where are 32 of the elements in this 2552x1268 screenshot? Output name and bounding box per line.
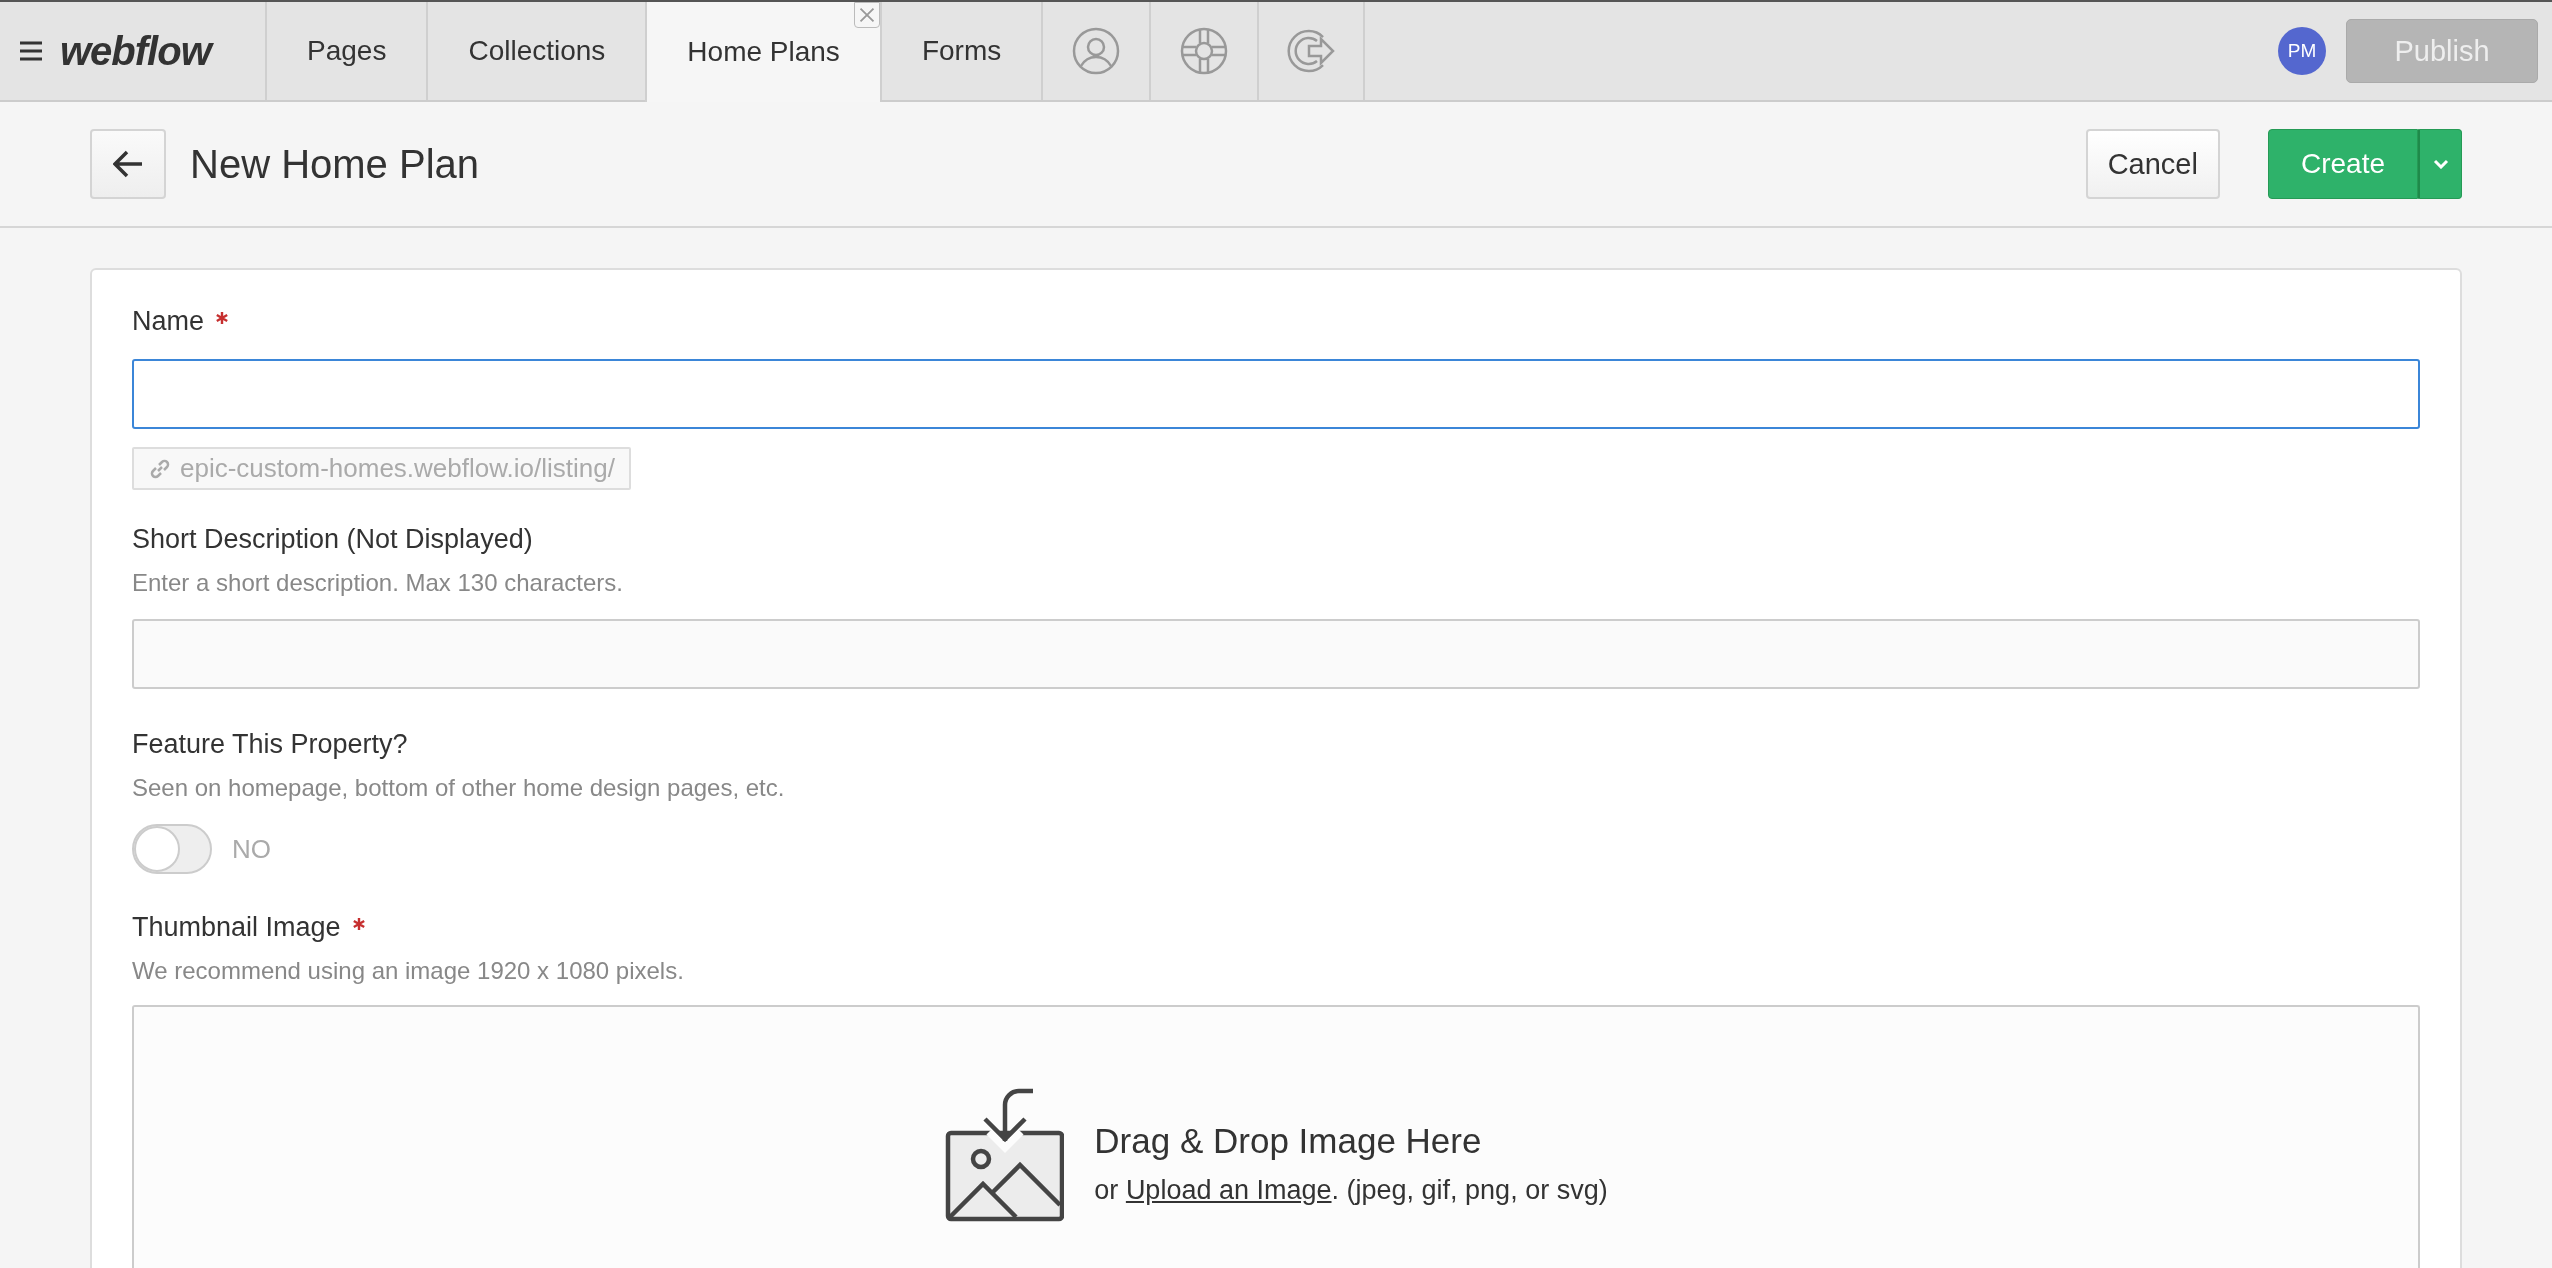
page-title: New Home Plan: [190, 141, 480, 187]
required-icon: [352, 918, 365, 930]
field-label: Thumbnail Image: [132, 912, 341, 943]
field-label: Short Description (Not Displayed): [132, 524, 533, 555]
drop-title: Drag & Drop Image Here: [1094, 1121, 1483, 1161]
field-hint: Enter a short description. Max 130 characters.: [132, 569, 624, 597]
icon-tab[interactable]: [1257, 2, 1366, 100]
cancel-button[interactable]: Cancel: [2085, 129, 2220, 199]
slug-field: epic-custom-homes.webflow.io/listing/: [132, 447, 631, 490]
close-icon[interactable]: [853, 2, 880, 28]
field-hint: Seen on homepage, bottom of other home design pages, etc.: [132, 774, 786, 802]
text-field[interactable]: [132, 359, 2420, 429]
toggle-switch[interactable]: [132, 824, 212, 874]
logout-icon: [1287, 27, 1336, 75]
upload-instructions: or Upload an Image. (jpeg, gif, png, or svg): [1094, 1175, 1608, 1206]
field-label: Feature This Property?: [132, 729, 408, 760]
caret-icon: [2432, 159, 2449, 169]
upload-link[interactable]: Upload an Image: [1125, 1175, 1332, 1205]
user-avatar[interactable]: PM: [2278, 27, 2326, 75]
user-icon: [1072, 27, 1121, 75]
field-hint: We recommend using an image 1920 x 1080 pixels.: [132, 957, 685, 985]
required-icon: [216, 312, 229, 324]
help-icon: [1180, 27, 1229, 75]
back-arrow-icon: [113, 150, 143, 178]
back-button[interactable]: [90, 129, 166, 199]
image-drop-zone[interactable]: Drag & Drop Image Here or Upload an Image. (jpeg, gif, png, or svg): [132, 1005, 2420, 1268]
text-field[interactable]: [132, 619, 2420, 689]
create-options-button[interactable]: [2418, 129, 2462, 199]
field-label: Name: [132, 306, 205, 337]
menu-icon[interactable]: [20, 40, 42, 62]
nav-tab[interactable]: Home Plans: [645, 2, 880, 102]
switch-state-label: NO: [232, 833, 271, 865]
